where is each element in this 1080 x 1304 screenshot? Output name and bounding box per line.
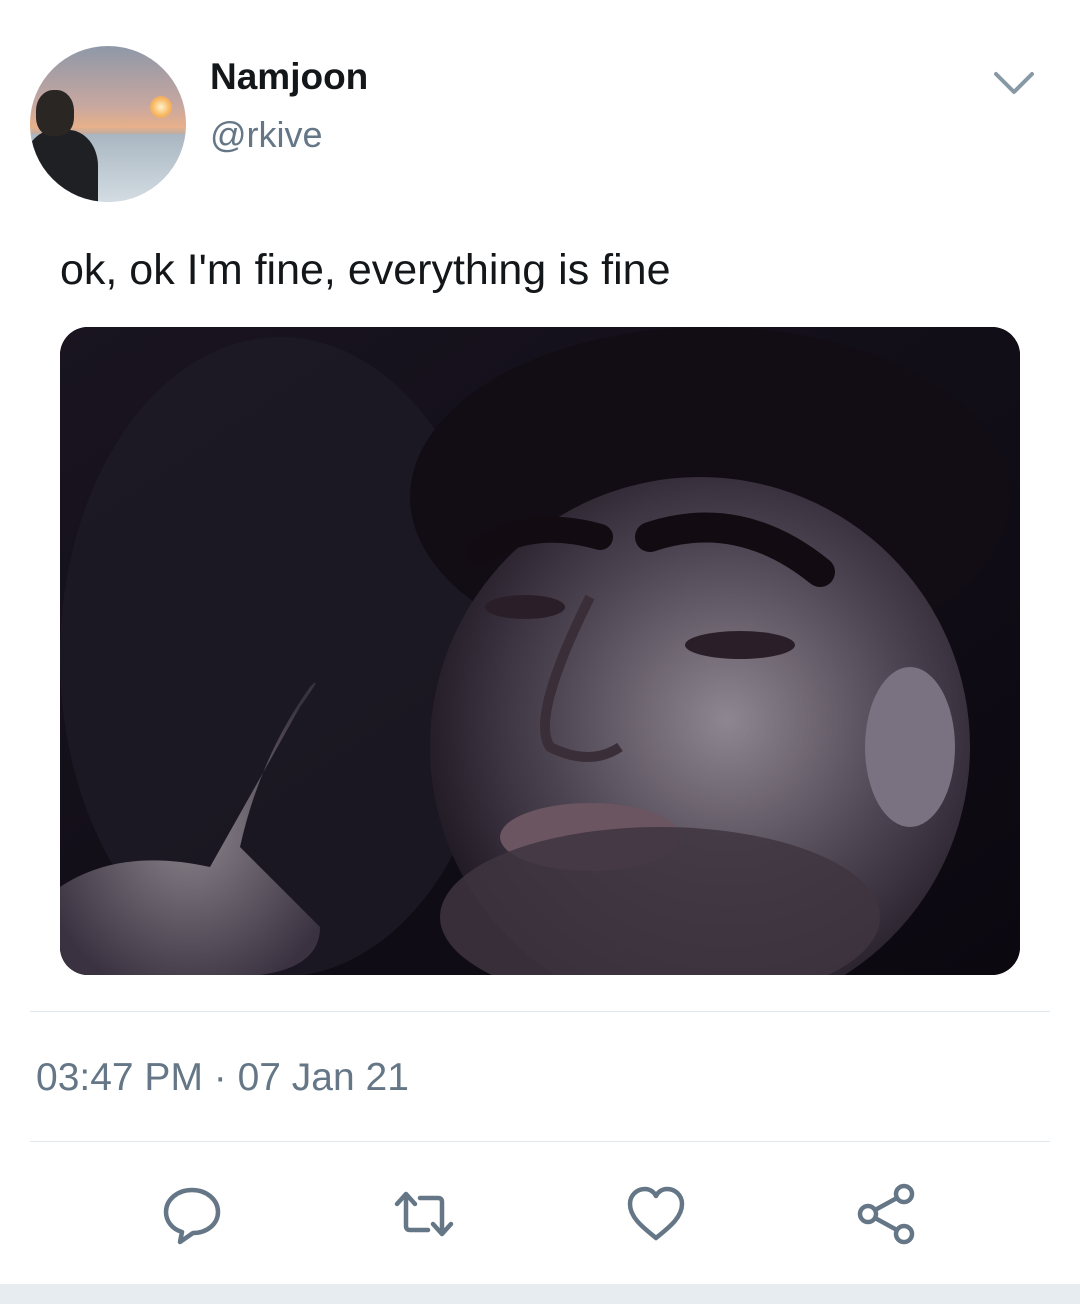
share-icon[interactable]: [854, 1182, 918, 1246]
chevron-down-icon[interactable]: [992, 68, 1036, 98]
divider-actions: [30, 1141, 1050, 1142]
tweet-media-photo[interactable]: [60, 327, 1020, 975]
avatar-person-head: [36, 90, 74, 136]
divider-top: [30, 1011, 1050, 1012]
author-display-name[interactable]: Namjoon: [210, 56, 368, 98]
tweet-text: ok, ok I'm fine, everything is fine: [60, 246, 671, 294]
tweet-timestamp: 03:47 PM · 07 Jan 21: [36, 1056, 409, 1099]
avatar-sun: [150, 96, 172, 118]
reply-icon[interactable]: [160, 1182, 224, 1246]
retweet-icon[interactable]: [392, 1182, 456, 1246]
bottom-divider-bar: [0, 1284, 1080, 1304]
avatar-person-body: [30, 130, 98, 202]
author-handle[interactable]: @rkive: [210, 114, 323, 156]
like-icon[interactable]: [624, 1182, 688, 1246]
avatar[interactable]: [30, 46, 186, 202]
